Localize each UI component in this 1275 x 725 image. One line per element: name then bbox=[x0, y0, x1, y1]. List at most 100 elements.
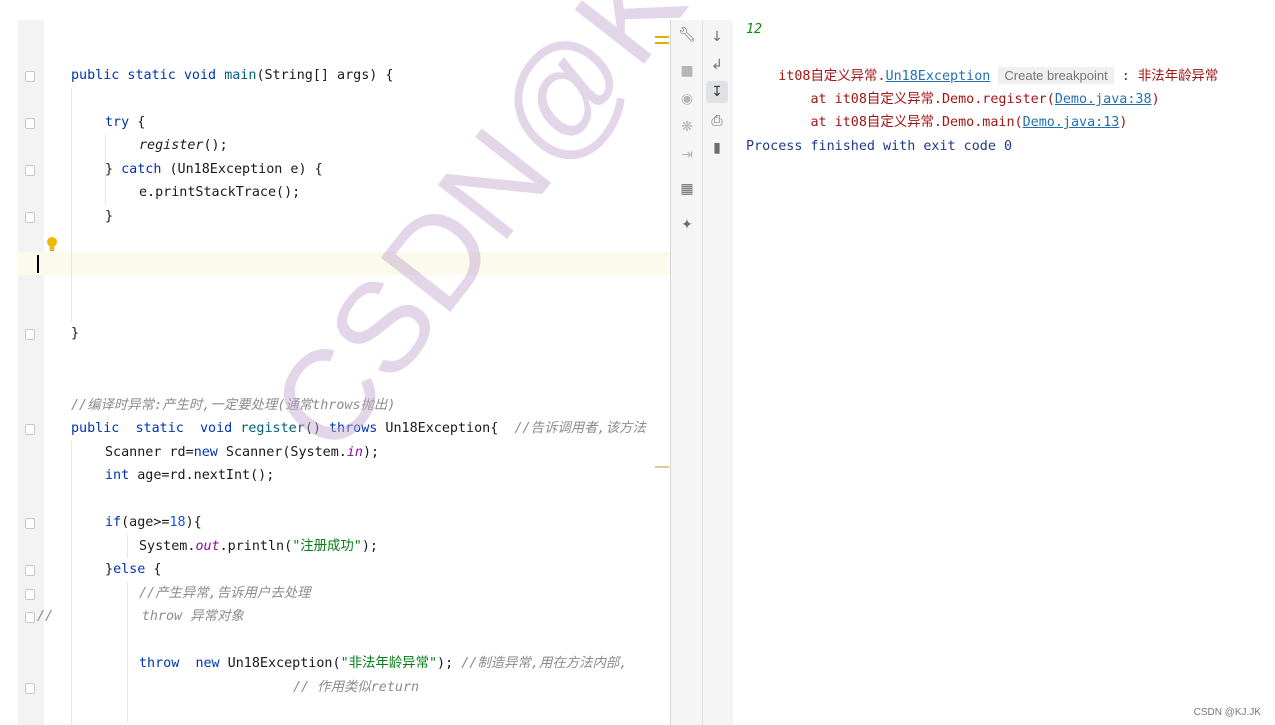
code-token: else bbox=[113, 562, 146, 577]
pin-icon[interactable]: ✦ bbox=[676, 214, 698, 236]
code-token: public static void bbox=[71, 68, 225, 83]
fold-marker[interactable] bbox=[25, 683, 35, 694]
fold-marker[interactable] bbox=[25, 565, 35, 576]
debug-icon[interactable]: ❋ bbox=[676, 116, 698, 138]
scroll-to-end-icon[interactable]: ↧ bbox=[706, 81, 728, 103]
stack-trace-text: ) bbox=[1119, 115, 1128, 130]
toolbar-separator bbox=[702, 20, 703, 725]
trash-icon[interactable]: ▮ bbox=[706, 137, 728, 159]
code-token: //制造异常,用在方法内部, bbox=[461, 656, 628, 671]
code-token: public static void bbox=[71, 421, 241, 436]
arrow-down-icon[interactable]: ↓ bbox=[706, 26, 728, 48]
code-line: } bbox=[71, 322, 79, 345]
code-line: throw new Un18Exception("非法年龄异常"); //制造异… bbox=[139, 652, 627, 675]
print-icon[interactable]: ⎙ bbox=[706, 110, 728, 132]
code-token: throws bbox=[329, 421, 378, 436]
camera-icon[interactable]: ◉ bbox=[676, 88, 698, 110]
code-token: "注册成功" bbox=[292, 539, 362, 554]
stack-trace-line: at it08自定义异常.Demo.register(Demo.java:38) bbox=[746, 65, 1159, 107]
code-token: } bbox=[71, 326, 80, 341]
stack-trace-line: at it08自定义异常.Demo.main(Demo.java:13) bbox=[746, 88, 1127, 130]
code-token: throw 异常对象 bbox=[53, 609, 244, 624]
indent-guide bbox=[71, 88, 72, 322]
code-line: public static void main(String[] args) { bbox=[71, 64, 394, 87]
process-finished-line: Process finished with exit code 0 bbox=[746, 139, 1013, 154]
code-line: System.out.println("注册成功"); bbox=[139, 535, 378, 558]
code-token: } bbox=[105, 562, 114, 577]
indent-guide bbox=[127, 535, 128, 558]
login-icon[interactable]: ⇥ bbox=[676, 144, 698, 166]
text-caret bbox=[37, 255, 39, 273]
code-line: try { bbox=[105, 111, 145, 134]
code-token: new bbox=[193, 445, 218, 460]
fold-marker[interactable] bbox=[25, 518, 35, 529]
code-token: catch bbox=[121, 162, 162, 177]
stack-trace-text: at it08自定义异常.Demo.main( bbox=[778, 115, 1023, 130]
indent-guide bbox=[127, 582, 128, 722]
change-marker bbox=[655, 466, 669, 468]
console-output[interactable]: 12 it08自定义异常.Un18Exception Create breakp… bbox=[733, 20, 1275, 725]
stack-trace-text: ) bbox=[1151, 92, 1160, 107]
change-marker bbox=[655, 36, 669, 38]
code-token: () bbox=[304, 421, 329, 436]
indent-guide bbox=[71, 441, 72, 725]
code-token: //产生异常,告诉用户去处理 bbox=[139, 586, 311, 601]
code-token: //告诉调用者,该方法 bbox=[514, 421, 646, 436]
wrench-icon[interactable]: 🔧︎ bbox=[676, 24, 698, 46]
fold-marker[interactable] bbox=[25, 71, 35, 82]
stop-icon[interactable]: ■ bbox=[676, 60, 698, 82]
code-token: .println( bbox=[219, 539, 293, 554]
code-token: register bbox=[240, 421, 305, 436]
stack-trace-link[interactable]: Demo.java:13 bbox=[1023, 115, 1120, 130]
code-line: e.printStackTrace(); bbox=[139, 181, 300, 204]
code-token: // 作用类似return bbox=[293, 680, 420, 695]
code-token: { bbox=[145, 562, 162, 577]
current-line-highlight bbox=[18, 252, 670, 275]
code-token: age=rd.nextInt(); bbox=[129, 468, 275, 483]
fold-marker[interactable] bbox=[25, 589, 35, 600]
code-token: ); bbox=[361, 539, 378, 554]
code-token: } bbox=[105, 209, 114, 224]
code-token: // bbox=[37, 609, 54, 624]
change-marker bbox=[655, 42, 669, 44]
code-token: Scanner rd= bbox=[105, 445, 194, 460]
code-token: throw bbox=[139, 656, 180, 671]
code-line: int age=rd.nextInt(); bbox=[105, 464, 274, 487]
code-token: } bbox=[105, 162, 122, 177]
code-line: public static void register() throws Un1… bbox=[71, 417, 646, 440]
code-token: Un18Exception( bbox=[219, 656, 341, 671]
fold-marker[interactable] bbox=[25, 118, 35, 129]
code-token: out bbox=[195, 539, 220, 554]
code-editor[interactable]: public static void main(String[] args) {… bbox=[0, 0, 670, 725]
fold-marker[interactable] bbox=[25, 212, 35, 223]
code-token: { bbox=[129, 115, 146, 130]
run-toolbar: 🔧︎ ■ ◉ ❋ ⇥ ▦ ✦ ↓ ↲ ↧ ⎙ ▮ bbox=[670, 20, 734, 725]
fold-marker[interactable] bbox=[25, 165, 35, 176]
code-token: int bbox=[105, 468, 130, 483]
credit-text: CSDN @KJ.JK bbox=[1193, 707, 1261, 718]
code-token: System. bbox=[139, 539, 196, 554]
fold-marker[interactable] bbox=[25, 329, 35, 340]
code-token: e.printStackTrace(); bbox=[139, 185, 301, 200]
exception-line: it08自定义异常.Un18Exception Create breakpoin… bbox=[746, 41, 1218, 84]
console-input-echo: 12 bbox=[746, 22, 763, 37]
code-token: (); bbox=[203, 138, 228, 153]
fold-marker[interactable] bbox=[25, 612, 35, 623]
code-token: (Un18Exception e) { bbox=[161, 162, 323, 177]
soft-wrap-icon[interactable]: ↲ bbox=[706, 54, 728, 76]
lightbulb-icon[interactable] bbox=[46, 236, 58, 252]
fold-marker[interactable] bbox=[25, 424, 35, 435]
code-line: register(); bbox=[139, 134, 228, 157]
code-token: register bbox=[139, 138, 204, 153]
code-line: // throw 异常对象 bbox=[37, 605, 244, 628]
code-line: //编译时异常:产生时,一定要处理(通常throws抛出) bbox=[71, 394, 395, 417]
code-token: (String[] args) { bbox=[256, 68, 394, 83]
code-token: ); bbox=[437, 656, 462, 671]
code-token: new bbox=[195, 656, 220, 671]
layout-icon[interactable]: ▦ bbox=[676, 178, 698, 200]
code-token: (age>= bbox=[121, 515, 170, 530]
code-line: // 作用类似return bbox=[293, 676, 419, 699]
code-line: }else { bbox=[105, 558, 161, 581]
code-line: if(age>=18){ bbox=[105, 511, 202, 534]
